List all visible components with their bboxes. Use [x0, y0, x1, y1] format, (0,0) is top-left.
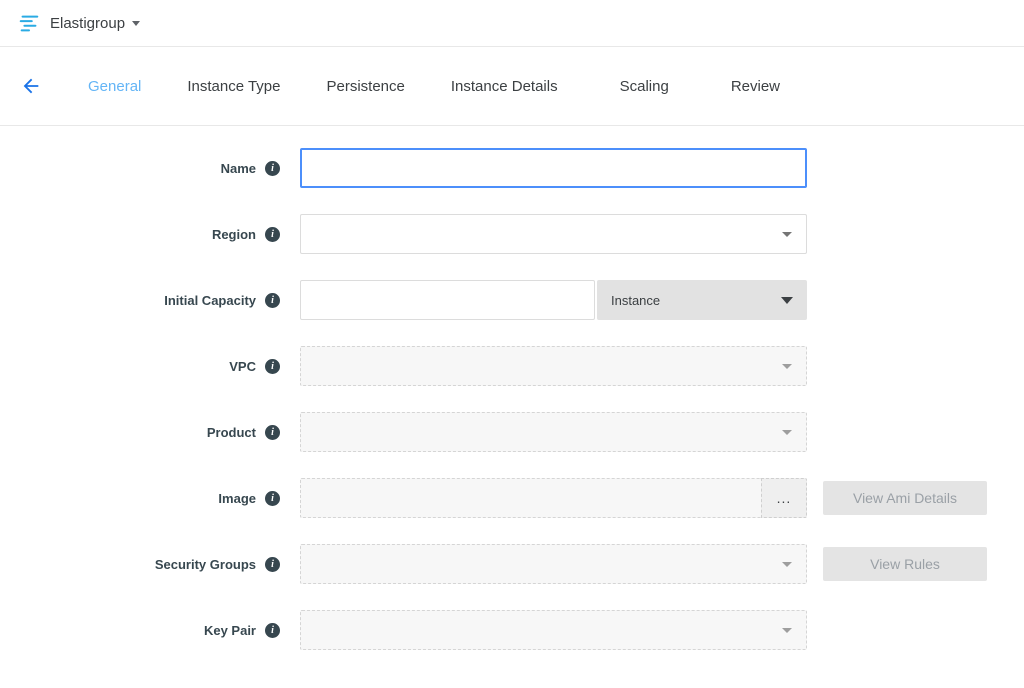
info-icon[interactable]: i — [265, 425, 280, 440]
app-switcher-label[interactable]: Elastigroup — [50, 15, 125, 32]
key-pair-label: Key Pair — [204, 623, 256, 638]
chevron-down-icon — [782, 430, 792, 435]
image-input — [300, 478, 761, 518]
form-row-image: Image i ... View Ami Details — [0, 478, 1024, 518]
wizard-tab-bar: General Instance Type Persistence Instan… — [0, 47, 1024, 126]
key-pair-select — [300, 610, 807, 650]
vpc-label: VPC — [229, 359, 256, 374]
region-label: Region — [212, 227, 256, 242]
form-row-region: Region i — [0, 214, 1024, 254]
security-groups-select — [300, 544, 807, 584]
tab-instance-details[interactable]: Instance Details — [451, 78, 558, 95]
chevron-down-icon — [782, 562, 792, 567]
info-icon[interactable]: i — [265, 491, 280, 506]
tab-general[interactable]: General — [88, 78, 141, 95]
info-icon[interactable]: i — [265, 359, 280, 374]
top-bar: Elastigroup — [0, 0, 1024, 47]
capacity-unit-select[interactable]: Instance — [597, 280, 807, 320]
form-row-product: Product i — [0, 412, 1024, 452]
image-browse-button[interactable]: ... — [761, 478, 807, 518]
view-ami-details-button[interactable]: View Ami Details — [823, 481, 987, 515]
initial-capacity-input[interactable] — [300, 280, 595, 320]
view-rules-button[interactable]: View Rules — [823, 547, 987, 581]
info-icon[interactable]: i — [265, 623, 280, 638]
chevron-down-icon — [782, 364, 792, 369]
tab-review[interactable]: Review — [731, 78, 780, 95]
name-input[interactable] — [300, 148, 807, 188]
product-select — [300, 412, 807, 452]
info-icon[interactable]: i — [265, 227, 280, 242]
form-row-name: Name i — [0, 148, 1024, 188]
chevron-down-icon — [782, 628, 792, 633]
form-row-key-pair: Key Pair i — [0, 610, 1024, 650]
security-groups-label: Security Groups — [155, 557, 256, 572]
form-row-security-groups: Security Groups i View Rules — [0, 544, 1024, 584]
form-row-vpc: VPC i — [0, 346, 1024, 386]
elastigroup-logo-icon — [18, 12, 40, 34]
tab-instance-type[interactable]: Instance Type — [187, 78, 280, 95]
form-row-initial-capacity: Initial Capacity i Instance — [0, 280, 1024, 320]
wizard-tabs: General Instance Type Persistence Instan… — [88, 78, 826, 95]
initial-capacity-label: Initial Capacity — [164, 293, 256, 308]
back-button[interactable] — [18, 73, 44, 99]
info-icon[interactable]: i — [265, 557, 280, 572]
info-icon[interactable]: i — [265, 161, 280, 176]
chevron-down-icon[interactable] — [132, 21, 140, 26]
tab-persistence[interactable]: Persistence — [327, 78, 405, 95]
chevron-down-icon — [782, 232, 792, 237]
caret-down-icon — [781, 297, 793, 304]
tab-scaling[interactable]: Scaling — [620, 78, 669, 95]
vpc-select — [300, 346, 807, 386]
region-select[interactable] — [300, 214, 807, 254]
info-icon[interactable]: i — [265, 293, 280, 308]
general-form: Name i Region i Initial Capacity i Insta… — [0, 126, 1024, 650]
name-label: Name — [221, 161, 256, 176]
capacity-unit-value: Instance — [611, 293, 781, 308]
product-label: Product — [207, 425, 256, 440]
image-label: Image — [218, 491, 256, 506]
